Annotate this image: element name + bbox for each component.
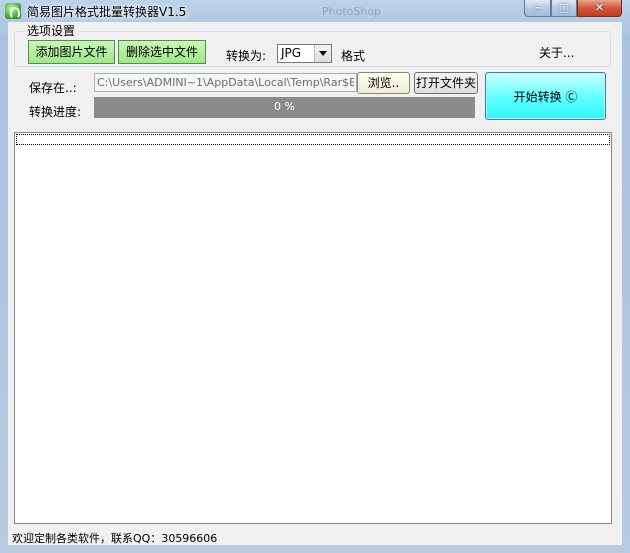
app-icon xyxy=(5,3,21,19)
format-suffix-label: 格式 xyxy=(341,49,366,63)
format-select[interactable]: JPG xyxy=(277,44,332,63)
add-image-files-button[interactable]: 添加图片文件 xyxy=(28,40,115,64)
maximize-button[interactable]: □ xyxy=(551,0,577,17)
about-link[interactable]: 关于... xyxy=(539,44,574,61)
progress-label: 转换进度: xyxy=(29,105,82,119)
close-icon: ✕ xyxy=(594,1,605,14)
background-window-title: PhotoShop xyxy=(322,5,382,18)
app-window: 简易图片格式批量转换器V1.5 PhotoShop – □ ✕ 选项设置 添加图… xyxy=(0,0,630,553)
list-focus-row[interactable] xyxy=(16,134,610,145)
browse-button[interactable]: 浏览.. xyxy=(357,72,410,94)
client-area: 选项设置 添加图片文件 删除选中文件 转换为: JPG 格式 关于... 保存在… xyxy=(8,22,622,545)
status-text: 欢迎定制各类软件，联系QQ：30596606 xyxy=(12,532,218,545)
convert-to-label: 转换为: xyxy=(226,49,267,63)
chevron-down-icon[interactable] xyxy=(314,45,331,62)
maximize-icon: □ xyxy=(558,1,570,14)
window-title: 简易图片格式批量转换器V1.5 xyxy=(27,5,187,19)
start-conversion-button[interactable]: 开始转换 Ⓒ xyxy=(485,72,606,120)
progress-percent-text: 0 % xyxy=(274,100,295,113)
delete-selected-files-button[interactable]: 删除选中文件 xyxy=(118,40,206,64)
save-location-label: 保存在..: xyxy=(29,81,77,95)
close-button[interactable]: ✕ xyxy=(577,0,622,17)
options-group-label: 选项设置 xyxy=(24,22,79,39)
save-path-field[interactable] xyxy=(94,73,357,92)
format-select-value: JPG xyxy=(281,46,302,60)
file-list[interactable] xyxy=(14,132,612,524)
conversion-progress-bar: 0 % xyxy=(94,97,475,118)
open-folder-button[interactable]: 打开文件夹 xyxy=(414,72,478,94)
title-bar[interactable]: 简易图片格式批量转换器V1.5 PhotoShop – □ ✕ xyxy=(0,0,630,22)
minimize-button[interactable]: – xyxy=(524,0,551,17)
status-bar: 欢迎定制各类软件，联系QQ：30596606 xyxy=(8,528,622,545)
minimize-icon: – xyxy=(534,1,541,14)
